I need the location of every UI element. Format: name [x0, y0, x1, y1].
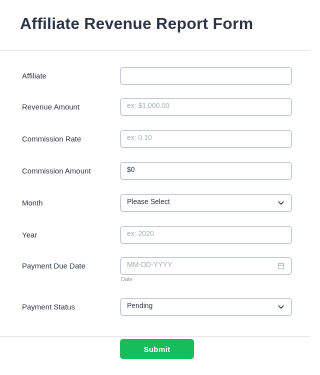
- affiliate-input[interactable]: [120, 67, 292, 85]
- form-row-month: Month Please Select: [0, 193, 310, 213]
- chevron-down-icon: [278, 201, 284, 205]
- form-row-revenue-amount: Revenue Amount ex: $1,000.00: [0, 97, 310, 117]
- payment-due-date-placeholder: MM-DD-YYYY: [127, 262, 173, 269]
- revenue-amount-input[interactable]: ex: $1,000.00: [120, 98, 292, 116]
- calendar-icon[interactable]: [277, 262, 285, 270]
- footer-divider: [0, 336, 310, 337]
- field-label-year: Year: [22, 230, 38, 240]
- commission-amount-input[interactable]: $0: [120, 162, 292, 180]
- revenue-amount-placeholder: ex: $1,000.00: [127, 103, 170, 110]
- chevron-down-icon: [278, 305, 284, 309]
- form-row-commission-amount: Commission Amount $0: [0, 161, 310, 181]
- field-label-affiliate: Affiliate: [22, 71, 47, 81]
- field-label-commission-amount: Commission Amount: [22, 166, 91, 176]
- field-label-month: Month: [22, 198, 43, 208]
- year-input[interactable]: ex: 2020: [120, 226, 292, 244]
- form-title: Affiliate Revenue Report Form: [20, 16, 254, 33]
- year-placeholder: ex: 2020: [127, 231, 154, 238]
- field-label-payment-due-date: Payment Due Date: [22, 261, 86, 271]
- submit-button[interactable]: Submit: [120, 339, 194, 359]
- payment-due-date-input[interactable]: MM-DD-YYYY: [120, 257, 292, 275]
- commission-rate-input[interactable]: ex: 0.10: [120, 130, 292, 148]
- field-label-commission-rate: Commission Rate: [22, 134, 82, 144]
- form-row-year: Year ex: 2020: [0, 225, 310, 245]
- payment-status-select[interactable]: Pending: [120, 298, 292, 316]
- form-row-commission-rate: Commission Rate ex: 0.10: [0, 129, 310, 149]
- form-row-payment-status: Payment Status Pending: [0, 297, 310, 317]
- field-label-payment-status: Payment Status: [22, 302, 75, 312]
- commission-rate-placeholder: ex: 0.10: [127, 135, 152, 142]
- commission-amount-value: $0: [127, 167, 135, 174]
- header-divider: [0, 50, 310, 51]
- payment-due-date-sublabel: Date: [121, 277, 133, 283]
- form-row-payment-due-date: Payment Due Date MM-DD-YYYY: [0, 256, 310, 276]
- field-label-revenue-amount: Revenue Amount: [22, 102, 80, 112]
- month-select[interactable]: Please Select: [120, 194, 292, 212]
- form-row-affiliate: Affiliate: [0, 66, 310, 86]
- month-select-value: Please Select: [127, 199, 170, 206]
- payment-status-value: Pending: [127, 303, 153, 310]
